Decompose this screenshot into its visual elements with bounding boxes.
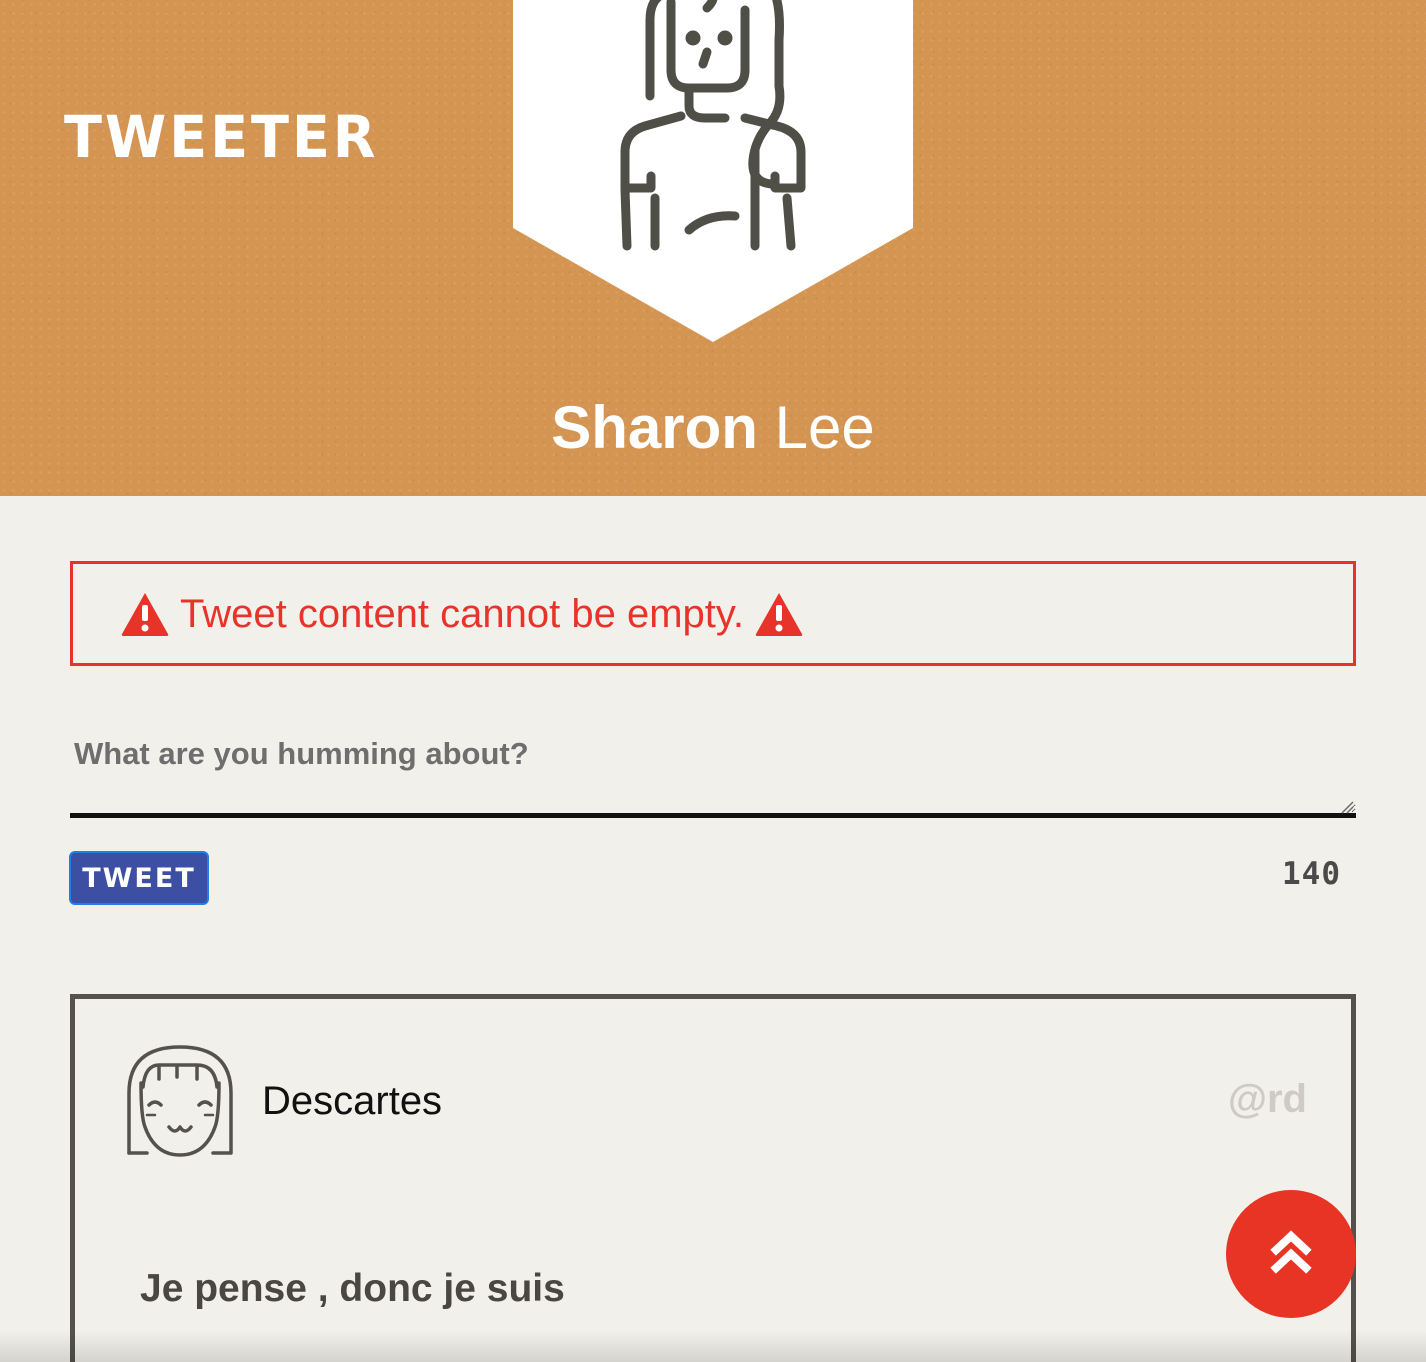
character-counter: 140 [1282,856,1341,892]
warning-icon [755,592,803,636]
tweet-card: Descartes @rd Je pense , donc je suis [70,994,1356,1362]
woman-avatar-icon [513,0,913,342]
scroll-to-top-button[interactable] [1226,1190,1356,1318]
error-alert: Tweet content cannot be empty. [70,561,1356,666]
tweet-author-handle: @rd [1227,1077,1307,1121]
warning-icon [121,592,169,636]
user-last-name: Lee [774,394,875,461]
resize-grip-icon[interactable] [1338,798,1354,814]
error-message: Tweet content cannot be empty. [180,591,745,636]
tweet-compose-input[interactable] [70,702,1356,818]
user-first-name: Sharon [551,394,758,461]
page: TWEETER Sharon Lee Tweet content cannot … [0,0,1426,1362]
brand-logo[interactable]: TWEETER [64,104,379,170]
tweet-content: Je pense , donc je suis [140,1267,565,1310]
girl-avatar-icon [127,1045,233,1157]
double-chevron-up-icon [1270,1230,1312,1274]
tweet-author-name: Descartes [262,1079,443,1123]
profile-header: TWEETER Sharon Lee [0,0,1426,496]
profile-name: Sharon Lee [0,392,1426,464]
tweet-button[interactable]: TWEET [69,851,209,905]
